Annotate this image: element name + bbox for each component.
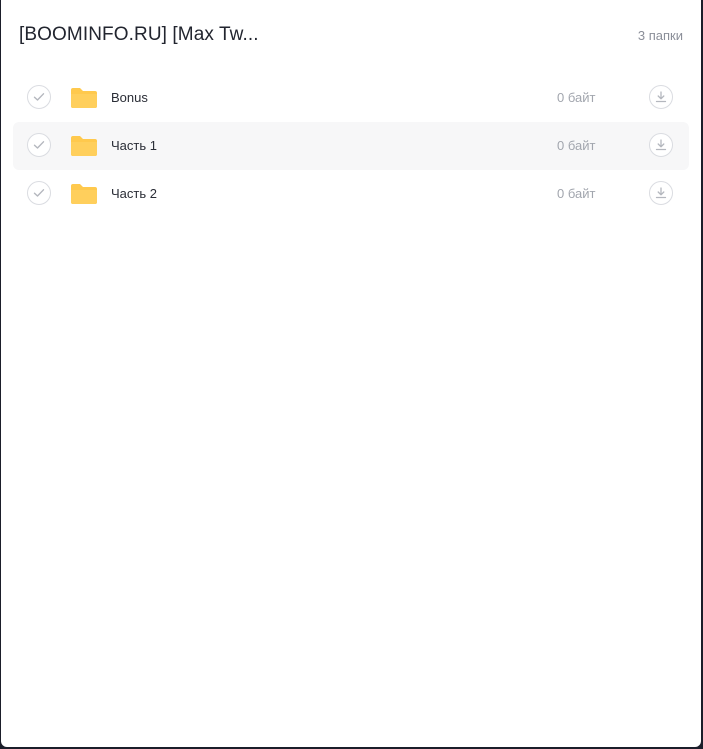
list-item[interactable]: Часть 2 0 байт [13,170,689,218]
file-list: Bonus 0 байт Часть 1 0 байт Часть 2 0 ба… [13,74,689,218]
panel-header: [BOOMINFO.RU] [Max Tw... 3 папки [1,0,701,72]
item-size: 0 байт [557,138,596,153]
folder-list-panel: [BOOMINFO.RU] [Max Tw... 3 папки Bonus 0… [1,0,701,747]
item-name[interactable]: Bonus [111,90,148,105]
item-size: 0 байт [557,90,596,105]
folder-icon [70,135,98,157]
download-icon[interactable] [649,133,673,157]
folder-count: 3 папки [637,28,683,43]
folder-title: [BOOMINFO.RU] [Max Tw... [19,24,259,45]
folder-icon [70,183,98,205]
select-check-icon[interactable] [27,85,51,109]
folder-icon [70,87,98,109]
item-name[interactable]: Часть 2 [111,186,157,201]
download-icon[interactable] [649,181,673,205]
item-name[interactable]: Часть 1 [111,138,157,153]
select-check-icon[interactable] [27,181,51,205]
list-item[interactable]: Bonus 0 байт [13,74,689,122]
list-item[interactable]: Часть 1 0 байт [13,122,689,170]
item-size: 0 байт [557,186,596,201]
download-icon[interactable] [649,85,673,109]
select-check-icon[interactable] [27,133,51,157]
